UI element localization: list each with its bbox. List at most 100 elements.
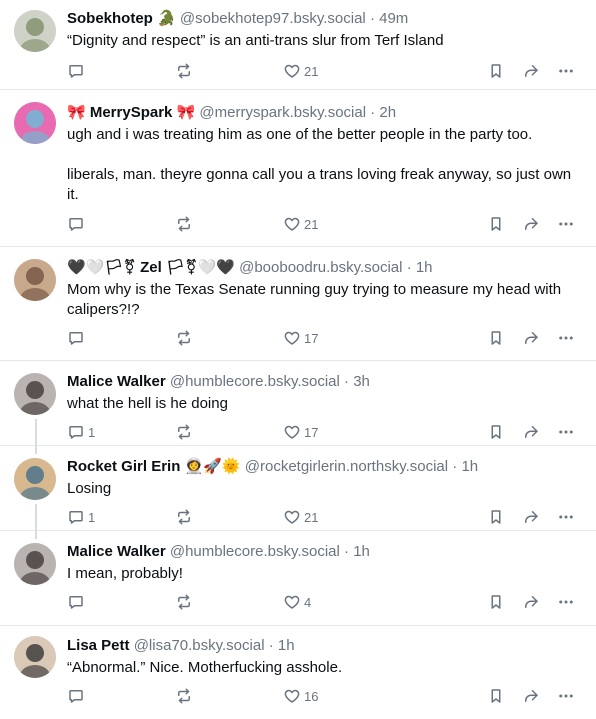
reply-button[interactable]: 1 [67, 507, 95, 527]
thread-connector [35, 419, 37, 454]
post-actions: 1 21 [67, 507, 582, 527]
post-content: Sobekhotep 🐊 @sobekhotep97.bsky.social ·… [67, 9, 582, 49]
post[interactable]: 🖤🤍🏳⚧ Zel 🏳⚧🤍🖤 @booboodru.bsky.social · 1… [0, 247, 596, 361]
author-name[interactable]: Sobekhotep [67, 10, 153, 27]
share-button[interactable] [522, 422, 540, 442]
post-content: Rocket Girl Erin 👩‍🚀🚀🌞 @rocketgirlerin.n… [67, 457, 582, 497]
bookmark-button[interactable] [487, 507, 505, 527]
post-header: Malice Walker @humblecore.bsky.social · … [67, 372, 582, 392]
post-time[interactable]: 1h [461, 458, 478, 475]
post-time[interactable]: 2h [379, 104, 396, 121]
post-feed: Sobekhotep 🐊 @sobekhotep97.bsky.social ·… [0, 0, 596, 719]
post-time[interactable]: 1h [278, 637, 295, 654]
reply-button[interactable] [67, 592, 85, 612]
like-button[interactable]: 17 [283, 422, 318, 442]
like-button[interactable]: 16 [283, 686, 318, 706]
post-header: Rocket Girl Erin 👩‍🚀🚀🌞 @rocketgirlerin.n… [67, 457, 582, 477]
share-button[interactable] [522, 61, 540, 81]
bookmark-button[interactable] [487, 422, 505, 442]
share-button[interactable] [522, 592, 540, 612]
like-icon [283, 329, 301, 347]
share-icon [522, 687, 540, 705]
share-button[interactable] [522, 507, 540, 527]
reply-button[interactable] [67, 214, 85, 234]
author-handle[interactable]: @humblecore.bsky.social [170, 373, 340, 390]
post-text: ugh and i was treating him as one of the… [67, 125, 582, 205]
reply-button[interactable]: 1 [67, 422, 95, 442]
like-button[interactable]: 21 [283, 61, 318, 81]
post-text: “Dignity and respect” is an anti-trans s… [67, 31, 582, 51]
author-handle[interactable]: @rocketgirlerin.northsky.social [245, 458, 448, 475]
repost-button[interactable] [175, 422, 193, 442]
author-handle[interactable]: @humblecore.bsky.social [170, 543, 340, 560]
more-options-button[interactable] [557, 507, 575, 527]
avatar[interactable] [14, 373, 56, 415]
post[interactable]: Malice Walker @humblecore.bsky.social · … [0, 361, 596, 446]
bookmark-icon [487, 508, 505, 526]
post-content: 🖤🤍🏳⚧ Zel 🏳⚧🤍🖤 @booboodru.bsky.social · 1… [67, 258, 582, 318]
post[interactable]: Rocket Girl Erin 👩‍🚀🚀🌞 @rocketgirlerin.n… [0, 446, 596, 531]
repost-button[interactable] [175, 592, 193, 612]
author-name[interactable]: 🎀 MerrySpark 🎀 [67, 104, 195, 121]
more-options-button[interactable] [557, 328, 575, 348]
reply-button[interactable] [67, 61, 85, 81]
more-options-button[interactable] [557, 422, 575, 442]
reply-icon [67, 508, 85, 526]
reply-icon [67, 593, 85, 611]
share-button[interactable] [522, 686, 540, 706]
like-button-count: 17 [304, 330, 319, 346]
repost-button[interactable] [175, 328, 193, 348]
post[interactable]: Malice Walker @humblecore.bsky.social · … [0, 531, 596, 626]
bookmark-button[interactable] [487, 686, 505, 706]
avatar[interactable] [14, 259, 56, 301]
like-button-count: 21 [304, 509, 319, 525]
avatar[interactable] [14, 458, 56, 500]
post-content: 🎀 MerrySpark 🎀 @merryspark.bsky.social ·… [67, 103, 582, 203]
more-options-button[interactable] [557, 214, 575, 234]
share-button[interactable] [522, 214, 540, 234]
reply-button[interactable] [67, 686, 85, 706]
post[interactable]: Lisa Pett @lisa70.bsky.social · 1h “Abnor… [0, 626, 596, 719]
post-time[interactable]: 3h [353, 373, 370, 390]
more-options-button[interactable] [557, 592, 575, 612]
author-handle[interactable]: @lisa70.bsky.social [134, 637, 265, 654]
avatar[interactable] [14, 10, 56, 52]
author-name[interactable]: 🖤🤍🏳⚧ Zel 🏳⚧🤍🖤 [67, 259, 235, 276]
like-button[interactable]: 21 [283, 507, 318, 527]
repost-button[interactable] [175, 507, 193, 527]
author-name[interactable]: Malice Walker [67, 373, 166, 390]
avatar[interactable] [14, 543, 56, 585]
repost-button[interactable] [175, 61, 193, 81]
repost-button[interactable] [175, 686, 193, 706]
post[interactable]: 🎀 MerrySpark 🎀 @merryspark.bsky.social ·… [0, 90, 596, 247]
bookmark-button[interactable] [487, 61, 505, 81]
avatar[interactable] [14, 102, 56, 144]
more-options-button[interactable] [557, 61, 575, 81]
bookmark-button[interactable] [487, 328, 505, 348]
like-button[interactable]: 21 [283, 214, 318, 234]
like-icon [283, 423, 301, 441]
avatar[interactable] [14, 636, 56, 678]
repost-icon [175, 508, 193, 526]
reply-button[interactable] [67, 328, 85, 348]
like-button[interactable]: 4 [283, 592, 311, 612]
like-icon [283, 687, 301, 705]
post[interactable]: Sobekhotep 🐊 @sobekhotep97.bsky.social ·… [0, 0, 596, 90]
like-button[interactable]: 17 [283, 328, 318, 348]
author-name[interactable]: Malice Walker [67, 543, 166, 560]
author-name[interactable]: Rocket Girl Erin [67, 458, 180, 475]
author-handle[interactable]: @sobekhotep97.bsky.social [180, 10, 366, 27]
post-time[interactable]: 1h [416, 259, 433, 276]
post-time[interactable]: 49m [379, 10, 408, 27]
author-handle[interactable]: @booboodru.bsky.social [239, 259, 402, 276]
bookmark-button[interactable] [487, 214, 505, 234]
more-options-button[interactable] [557, 686, 575, 706]
post-time[interactable]: 1h [353, 543, 370, 560]
bookmark-button[interactable] [487, 592, 505, 612]
author-handle[interactable]: @merryspark.bsky.social [199, 104, 366, 121]
author-name[interactable]: Lisa Pett [67, 637, 130, 654]
share-button[interactable] [522, 328, 540, 348]
post-actions: 17 [67, 328, 582, 348]
repost-button[interactable] [175, 214, 193, 234]
post-content: Malice Walker @humblecore.bsky.social · … [67, 372, 582, 412]
